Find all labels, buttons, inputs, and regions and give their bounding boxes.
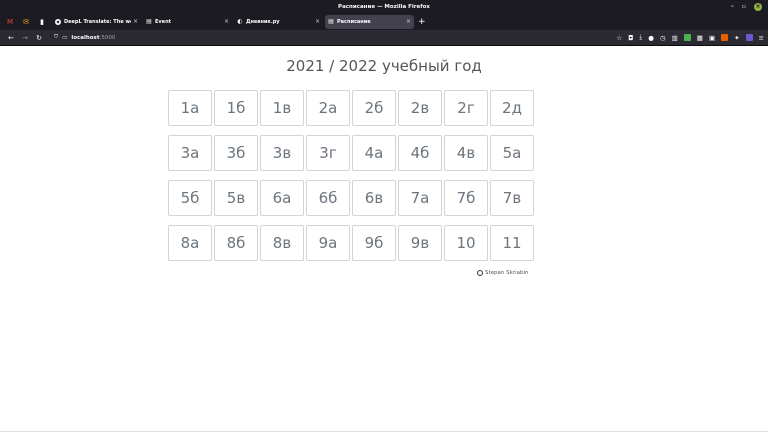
menu-icon[interactable]: ≡ bbox=[759, 34, 764, 42]
class-button[interactable]: 8в bbox=[260, 225, 304, 261]
bookmark-star-icon[interactable]: ☆ bbox=[616, 34, 622, 42]
url-host: localhost bbox=[71, 34, 100, 41]
tab-event[interactable]: ▤ Event × bbox=[143, 15, 232, 29]
mail-icon: ✉ bbox=[23, 17, 29, 26]
printer-icon[interactable]: ▥ bbox=[672, 34, 678, 42]
class-button[interactable]: 3г bbox=[306, 135, 350, 171]
class-button[interactable]: 7б bbox=[444, 180, 488, 216]
class-button[interactable]: 3в bbox=[260, 135, 304, 171]
class-button[interactable]: 4б bbox=[398, 135, 442, 171]
extension-orange-icon[interactable] bbox=[721, 34, 729, 41]
window-titlebar: Расписание — Mozilla Firefox – ▫ × bbox=[0, 0, 768, 13]
url-port: :5000 bbox=[99, 34, 116, 41]
class-button[interactable]: 1а bbox=[168, 90, 212, 126]
calculator-icon: ▮ bbox=[40, 17, 44, 26]
class-button[interactable]: 4а bbox=[352, 135, 396, 171]
maximize-icon[interactable]: ▫ bbox=[742, 3, 746, 10]
class-button[interactable]: 2д bbox=[490, 90, 534, 126]
screenshot-icon[interactable]: ▣ bbox=[709, 34, 715, 42]
tab-close-icon[interactable]: × bbox=[224, 18, 229, 25]
class-button[interactable]: 9б bbox=[352, 225, 396, 261]
download-icon[interactable]: ⤓ bbox=[639, 33, 642, 42]
pinned-tab-mail[interactable]: ✉ bbox=[18, 15, 34, 29]
page-content: 2021 / 2022 учебный год 1а 1б 1в 2а 2б 2в 2г 2д… bbox=[0, 46, 768, 432]
tab-deepl[interactable]: ◆ DeepL Translate: The world × bbox=[52, 15, 141, 29]
tab-bar: M ✉ ▮ ◆ DeepL Translate: The world × ▤ E… bbox=[0, 13, 768, 30]
class-button[interactable]: 8б bbox=[214, 225, 258, 261]
toolbar-icons: ☆ ◘ ⤓ ● ◷ ▥ ▦ ▣ ✦ ≡ bbox=[616, 33, 764, 42]
pinned-tab-calc[interactable]: ▮ bbox=[34, 15, 50, 29]
extension-purple-icon[interactable] bbox=[745, 34, 753, 41]
class-button[interactable]: 2а bbox=[306, 90, 350, 126]
tab-label: Расписание bbox=[337, 18, 371, 25]
back-icon[interactable]: ← bbox=[4, 34, 18, 42]
dnevnik-icon: ◐ bbox=[237, 18, 243, 25]
extensions-icon[interactable]: ✦ bbox=[734, 34, 739, 42]
window-title: Расписание — Mozilla Firefox bbox=[338, 3, 430, 10]
page-title: 2021 / 2022 учебный год bbox=[286, 57, 482, 75]
navigation-toolbar: ← → ↻ ⛉ ▭ localhost:5000 ☆ ◘ ⤓ ● ◷ ▥ ▦ ▣… bbox=[0, 30, 768, 46]
class-button[interactable]: 9а bbox=[306, 225, 350, 261]
author-credit[interactable]: Stepan Skriabin bbox=[477, 270, 528, 276]
reload-icon[interactable]: ↻ bbox=[32, 34, 46, 42]
class-button[interactable]: 11 bbox=[490, 225, 534, 261]
tab-label: Event bbox=[155, 18, 172, 25]
class-button[interactable]: 5а bbox=[490, 135, 534, 171]
class-button[interactable]: 2б bbox=[352, 90, 396, 126]
author-name: Stepan Skriabin bbox=[485, 270, 529, 276]
gmail-icon: M bbox=[6, 17, 14, 26]
class-button[interactable]: 5в bbox=[214, 180, 258, 216]
window-controls: – ▫ × bbox=[731, 0, 762, 13]
account-icon[interactable]: ● bbox=[648, 34, 654, 42]
shield-icon[interactable]: ⛉ bbox=[54, 34, 58, 41]
tab-close-icon[interactable]: × bbox=[315, 18, 320, 25]
deepl-icon: ◆ bbox=[55, 18, 61, 25]
tab-close-icon[interactable]: × bbox=[406, 18, 411, 25]
class-button[interactable]: 1б bbox=[214, 90, 258, 126]
class-button[interactable]: 6б bbox=[306, 180, 350, 216]
url-bar[interactable]: ⛉ ▭ localhost:5000 bbox=[50, 32, 612, 44]
class-button[interactable]: 2г bbox=[444, 90, 488, 126]
class-button[interactable]: 7в bbox=[490, 180, 534, 216]
tab-close-icon[interactable]: × bbox=[133, 18, 138, 25]
class-button[interactable]: 3б bbox=[214, 135, 258, 171]
class-grid: 1а 1б 1в 2а 2б 2в 2г 2д 3а 3б 3в 3г 4а 4б 4в 5а 5б 5в 6а 6б… bbox=[168, 90, 534, 261]
tab-label: Дневник.ру bbox=[246, 18, 280, 25]
class-button[interactable]: 6а bbox=[260, 180, 304, 216]
minimize-icon[interactable]: – bbox=[731, 3, 734, 10]
document-icon: ▤ bbox=[146, 18, 152, 25]
history-icon[interactable]: ◷ bbox=[660, 34, 666, 42]
tab-raspisanie[interactable]: ▤ Расписание × bbox=[325, 14, 414, 29]
close-window-icon[interactable]: × bbox=[754, 2, 762, 11]
class-button[interactable]: 8а bbox=[168, 225, 212, 261]
new-tab-icon[interactable]: + bbox=[418, 17, 426, 27]
class-button[interactable]: 2в bbox=[398, 90, 442, 126]
extension-green-icon[interactable] bbox=[683, 34, 691, 41]
class-button[interactable]: 10 bbox=[444, 225, 488, 261]
tab-dnevnik[interactable]: ◐ Дневник.ру × bbox=[234, 15, 323, 29]
class-button[interactable]: 1в bbox=[260, 90, 304, 126]
forward-icon[interactable]: → bbox=[18, 34, 32, 42]
translate-icon[interactable]: ▦ bbox=[697, 34, 703, 42]
class-button[interactable]: 9в bbox=[398, 225, 442, 261]
document-icon: ▤ bbox=[328, 18, 334, 25]
page-info-icon[interactable]: ▭ bbox=[62, 35, 67, 41]
class-button[interactable]: 3а bbox=[168, 135, 212, 171]
pocket-icon[interactable]: ◘ bbox=[628, 34, 633, 42]
class-button[interactable]: 6в bbox=[352, 180, 396, 216]
class-button[interactable]: 5б bbox=[168, 180, 212, 216]
github-icon bbox=[477, 270, 483, 276]
class-button[interactable]: 7а bbox=[398, 180, 442, 216]
tab-label: DeepL Translate: The world bbox=[64, 18, 131, 25]
class-button[interactable]: 4в bbox=[444, 135, 488, 171]
pinned-tab-gmail[interactable]: M bbox=[2, 15, 18, 29]
